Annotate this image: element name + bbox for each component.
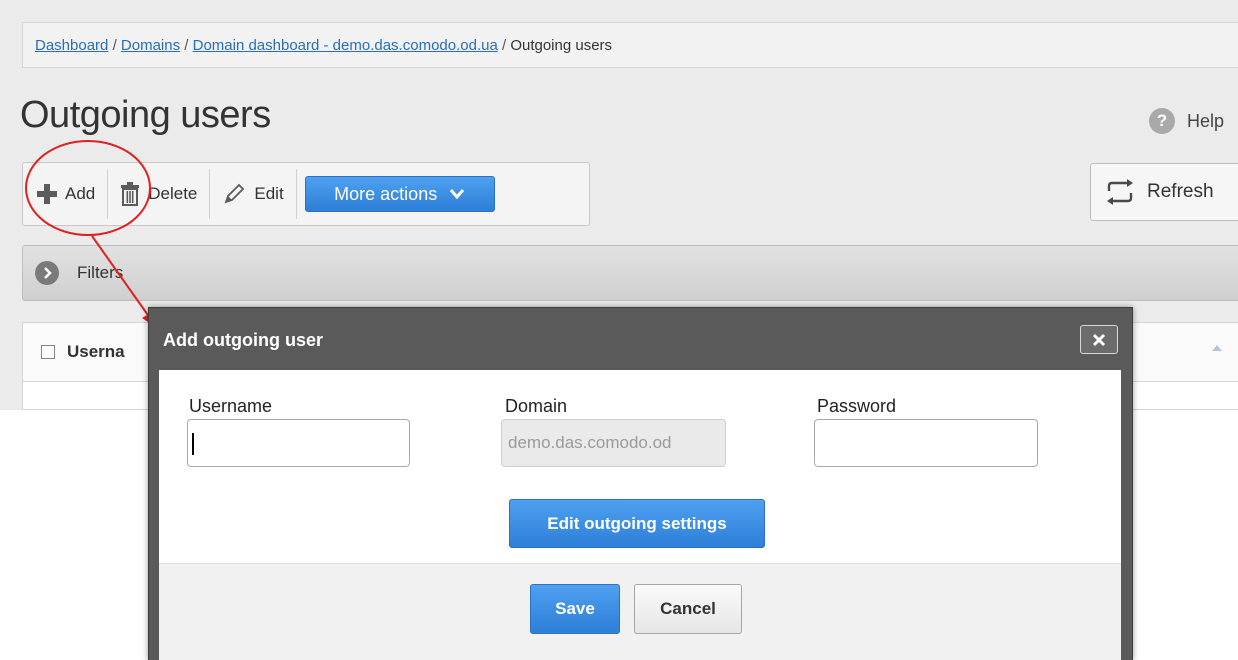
- domain-label: Domain: [505, 396, 568, 416]
- pencil-icon: [222, 182, 246, 206]
- help-label: Help: [1186, 110, 1224, 131]
- filters-bar[interactable]: Filters: [22, 245, 1238, 301]
- edit-outgoing-settings-button[interactable]: Edit outgoing settings: [509, 499, 765, 548]
- close-icon: [1092, 333, 1106, 346]
- password-field[interactable]: [814, 419, 1038, 467]
- delete-label: Delete: [148, 184, 198, 203]
- breadcrumb: Dashboard / Domains / Domain dashboard -…: [22, 22, 1238, 68]
- annotation-circle: [25, 140, 151, 236]
- breadcrumb-current: Outgoing users: [510, 37, 613, 54]
- breadcrumb-dashboard-link[interactable]: Dashboard: [35, 37, 108, 54]
- password-label: Password: [817, 396, 897, 416]
- username-label: Username: [189, 396, 273, 416]
- dialog-title: Add outgoing user: [163, 330, 323, 350]
- username-field[interactable]: [187, 419, 410, 467]
- close-button[interactable]: [1080, 325, 1118, 354]
- breadcrumb-domains-link[interactable]: Domains: [121, 37, 180, 54]
- sort-asc-icon[interactable]: [1212, 345, 1222, 351]
- help-icon: ?: [1148, 108, 1175, 134]
- select-all-checkbox[interactable]: [41, 345, 55, 359]
- save-button[interactable]: Save: [530, 584, 620, 634]
- filters-label: Filters: [77, 263, 124, 282]
- more-actions-label: More actions: [334, 183, 438, 204]
- column-header-username[interactable]: Userna: [67, 342, 125, 362]
- breadcrumb-separator: /: [112, 37, 121, 54]
- breadcrumb-separator: /: [184, 37, 193, 54]
- domain-field: [501, 419, 726, 467]
- refresh-icon: [1103, 178, 1137, 206]
- refresh-button[interactable]: Refresh: [1090, 163, 1238, 221]
- refresh-label: Refresh: [1147, 181, 1214, 202]
- breadcrumb-domain-dashboard-link[interactable]: Domain dashboard - demo.das.comodo.od.ua: [193, 37, 498, 54]
- cancel-button[interactable]: Cancel: [634, 584, 742, 634]
- edit-label: Edit: [254, 184, 284, 203]
- more-actions-button[interactable]: More actions: [304, 176, 495, 212]
- text-caret: [192, 433, 194, 455]
- page-title: Outgoing users: [20, 94, 271, 136]
- chevron-right-icon: [35, 261, 59, 285]
- edit-button[interactable]: Edit: [210, 169, 297, 219]
- help-link[interactable]: ? Help: [1148, 108, 1224, 134]
- chevron-down-icon: [449, 188, 465, 200]
